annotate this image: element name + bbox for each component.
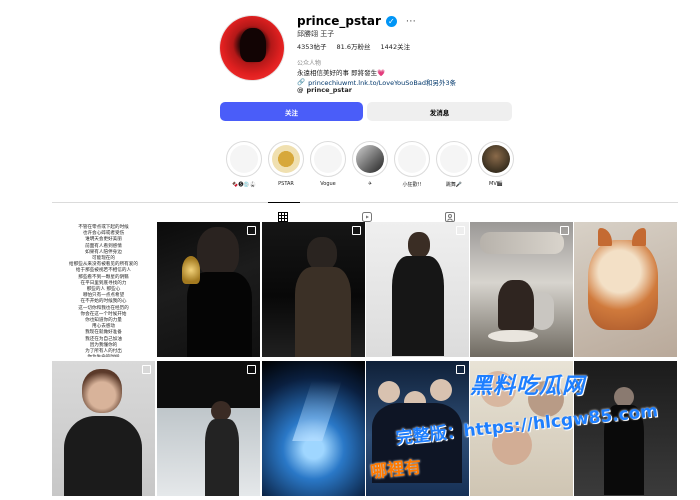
post-figure [211, 401, 231, 421]
highlight-cover [394, 141, 430, 177]
post-dog [588, 240, 658, 330]
multi-post-icon [456, 365, 465, 374]
post-dog-photo[interactable] [574, 222, 677, 357]
highlight-cover [478, 141, 514, 177]
following-count[interactable]: 1442关注 [381, 41, 411, 51]
highlight-item[interactable]: 小狂歡!! [394, 141, 430, 188]
highlight-item[interactable]: PSTAR [268, 141, 304, 188]
reels-icon [362, 212, 372, 222]
threads-handle-row[interactable]: @ prince_pstar [297, 86, 352, 94]
multi-post-icon [247, 226, 256, 235]
message-button[interactable]: 发消息 [367, 102, 512, 121]
post-text-image[interactable]: 不管在零点或下起的时候 也许会心碎或者受伤 谁明天会更好美丽 前面有人看到感情 … [52, 222, 155, 357]
post-balloon [480, 232, 564, 254]
posts-count: 4353帖子 [297, 43, 327, 51]
multi-post-icon [247, 365, 256, 374]
threads-icon: @ [297, 86, 304, 94]
profile-avatar[interactable] [220, 16, 284, 80]
post-figure [378, 381, 400, 403]
post-trophy [182, 256, 200, 284]
post-figure [205, 419, 239, 496]
highlight-item[interactable]: MV🎬 [478, 141, 514, 188]
profile-tabs [52, 202, 678, 222]
post-poem-text: 不管在零点或下起的时候 也许会心碎或者受伤 谁明天会更好美丽 前面有人看到感情 … [69, 225, 138, 357]
post-suit-photo[interactable] [366, 222, 469, 357]
post-figure [498, 280, 534, 330]
username-row: prince_pstar ✓ ⋯ [297, 14, 417, 28]
post-concert-photo[interactable] [262, 361, 365, 496]
username: prince_pstar [297, 14, 381, 28]
more-options-icon[interactable]: ⋯ [406, 16, 417, 27]
watermark-site-name: 黑料吃瓜网 [470, 374, 586, 399]
post-figure [82, 369, 122, 413]
post-selfie-photo[interactable] [52, 361, 155, 496]
highlight-cover [310, 141, 346, 177]
post-award-photo[interactable] [157, 222, 260, 357]
post-figure [64, 416, 142, 496]
followers-count[interactable]: 81.6万粉丝 [337, 41, 371, 51]
post-performance-photo[interactable] [574, 361, 677, 496]
profile-stats: 4353帖子 81.6万粉丝 1442关注 [297, 41, 410, 51]
highlight-cover [436, 141, 472, 177]
post-figure [408, 232, 430, 258]
highlight-item[interactable]: ✈ [352, 141, 388, 188]
multi-post-icon [560, 226, 569, 235]
post-figure [187, 272, 252, 357]
highlight-label: 小狂歡!! [402, 182, 422, 188]
highlight-label: 跳舞🎤 [445, 182, 463, 188]
post-light-beam [292, 381, 342, 441]
threads-handle[interactable]: prince_pstar [307, 86, 352, 94]
post-birthday-photo[interactable] [470, 222, 573, 357]
post-stage-photo[interactable] [157, 361, 260, 496]
highlight-cover [268, 141, 304, 177]
highlight-label: ✈ [367, 181, 373, 187]
post-figure [430, 379, 452, 401]
post-dog-ear [632, 228, 646, 246]
multi-post-icon [352, 226, 361, 235]
tab-tagged[interactable] [445, 207, 457, 222]
profile-bio: 永遠相信美好的事 即將發生💗 [297, 69, 386, 77]
highlight-label: Vogue [320, 181, 336, 187]
avatar-silhouette [240, 28, 266, 62]
tagged-icon [445, 212, 455, 222]
highlight-label: PSTAR [278, 181, 294, 187]
post-figure [197, 227, 239, 277]
watermark-overlay-text: 哪裡有 [369, 457, 423, 483]
posts-grid: 不管在零点或下起的时候 也许会心碎或者受伤 谁明天会更好美丽 前面有人看到感情 … [52, 222, 678, 500]
post-figure [392, 256, 444, 356]
verified-badge-icon: ✓ [385, 15, 397, 27]
display-name: 邱勝翊 王子 [297, 30, 335, 38]
highlight-item[interactable]: Vogue [310, 141, 346, 188]
tab-reels[interactable] [362, 207, 374, 222]
story-highlights: 🍫🅢💿🥋 PSTAR Vogue ✈ 小狂歡!! 跳舞🎤 MV🎬 [226, 141, 514, 188]
post-poster-photo[interactable] [262, 222, 365, 357]
highlight-label: 🍫🅢💿🥋 [232, 182, 256, 188]
tab-posts[interactable] [268, 202, 300, 222]
post-figure [295, 267, 351, 357]
link-icon: 🔗 [297, 78, 306, 86]
multi-post-icon [456, 226, 465, 235]
highlight-item[interactable]: 🍫🅢💿🥋 [226, 141, 262, 188]
highlight-cover [226, 141, 262, 177]
post-dog-ear [598, 228, 612, 246]
post-table [488, 330, 538, 342]
follow-button[interactable]: 关注 [220, 102, 363, 121]
multi-post-icon [142, 365, 151, 374]
highlight-label: MV🎬 [489, 181, 503, 187]
highlight-cover [352, 141, 388, 177]
profile-category: 公众人物 [297, 60, 322, 67]
grid-icon [278, 212, 288, 222]
post-figure [307, 237, 337, 271]
highlight-item[interactable]: 跳舞🎤 [436, 141, 472, 188]
